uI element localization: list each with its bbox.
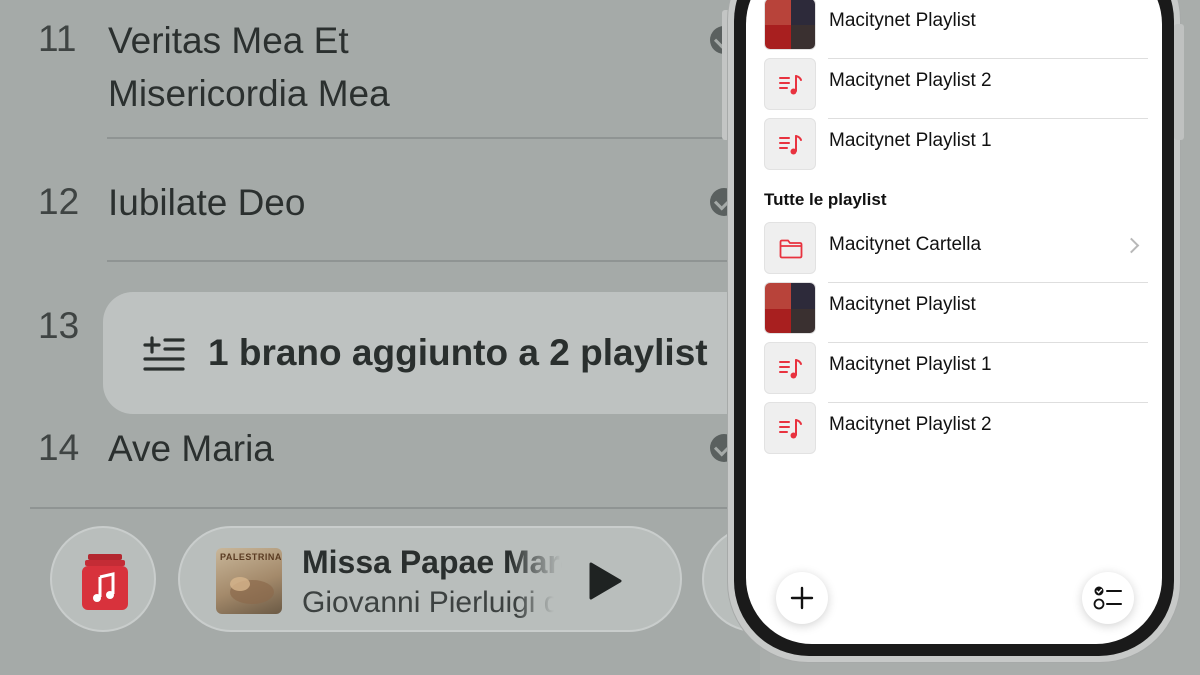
chevron-right-icon [1123, 237, 1140, 254]
toast-message: 1 brano aggiunto a 2 playlist [208, 332, 708, 373]
playlist-name: Macitynet Playlist 1 [829, 130, 992, 151]
playlist-icon [764, 342, 816, 394]
divider [107, 137, 767, 139]
select-button[interactable] [1082, 572, 1134, 624]
play-icon[interactable] [588, 562, 622, 605]
playlist-name: Macitynet Playlist 2 [829, 70, 992, 91]
divider [30, 507, 770, 509]
playlist-collage-artwork [764, 0, 816, 50]
folder-icon [764, 222, 816, 274]
track-title-line: Misericordia Mea [108, 73, 390, 114]
track-title[interactable]: Veritas Mea Et Misericordia Mea [108, 14, 390, 120]
track-number: 14 [38, 427, 80, 468]
playlist-picker-screen: Macitynet Playlist Macitynet Playlist 2 [746, 0, 1162, 644]
playlist-row[interactable]: Macitynet Playlist 1 [764, 114, 1162, 170]
new-playlist-button[interactable] [776, 572, 828, 624]
playlist-row[interactable]: Macitynet Playlist 2 [764, 54, 1162, 119]
track-title[interactable]: Ave Maria [108, 422, 274, 475]
phone-side-button [1174, 24, 1184, 140]
divider [107, 260, 767, 262]
section-title: Tutte le playlist [764, 190, 887, 209]
playlist-icon [764, 58, 816, 110]
playlist-name: Macitynet Playlist 1 [829, 354, 992, 375]
playlist-icon [764, 118, 816, 170]
mini-player[interactable]: PALESTRINA Missa Papae Marcelli Giovanni… [178, 526, 682, 632]
folder-row[interactable]: Macitynet Cartella [764, 218, 1162, 283]
playlist-name: Macitynet Playlist [829, 294, 976, 315]
playlist-name: Macitynet Playlist 2 [829, 414, 992, 435]
song-title: Missa Papae Marcelli [302, 544, 562, 580]
track-title-line: Veritas Mea Et [108, 20, 349, 61]
track-number: 11 [38, 18, 77, 59]
music-app-button[interactable] [50, 526, 156, 632]
phone-bezel: Macitynet Playlist Macitynet Playlist 2 [734, 0, 1174, 656]
music-app-icon [82, 554, 128, 610]
track-number: 13 [38, 305, 80, 346]
added-to-playlist-toast: 1 brano aggiunto a 2 playlist [103, 292, 763, 414]
playlist-row[interactable]: Macitynet Playlist 2 [764, 398, 1162, 454]
playlist-row[interactable]: Macitynet Playlist [764, 278, 1162, 343]
playlist-row[interactable]: Macitynet Playlist 1 [764, 338, 1162, 403]
playlist-icon [764, 402, 816, 454]
album-artwork: PALESTRINA [216, 548, 282, 614]
folder-name: Macitynet Cartella [829, 234, 982, 255]
playlist-collage-artwork [764, 282, 816, 334]
phone-frame: Macitynet Playlist Macitynet Playlist 2 [728, 0, 1180, 662]
add-to-list-icon [143, 335, 185, 378]
song-artist: Giovanni Pierluigi da Palestrina [302, 586, 554, 619]
track-number: 12 [38, 181, 80, 222]
playlist-row[interactable]: Macitynet Playlist [764, 0, 1162, 59]
track-title[interactable]: Iubilate Deo [108, 176, 305, 229]
playlist-name: Macitynet Playlist [829, 10, 976, 31]
